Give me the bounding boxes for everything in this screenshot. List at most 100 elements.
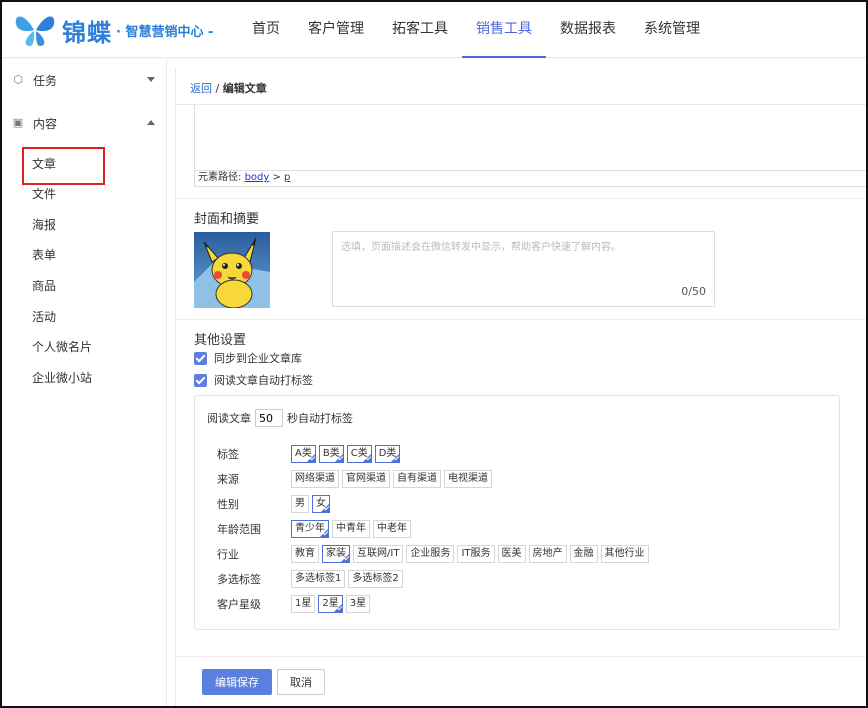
nav-system[interactable]: 系统管理	[630, 2, 714, 58]
sidebar-group-task[interactable]: ⬡ 任务	[2, 65, 167, 95]
nav-home[interactable]: 首页	[238, 2, 294, 58]
tag-it-service[interactable]: IT服务	[457, 545, 495, 563]
back-link[interactable]: 返回	[190, 82, 212, 95]
divider	[176, 198, 868, 199]
tag-star-3[interactable]: 3星	[345, 595, 371, 613]
tag-senior[interactable]: 中老年	[373, 520, 411, 538]
tag-middle-age[interactable]: 中青年	[332, 520, 370, 538]
tag-finance[interactable]: 金融	[569, 545, 598, 563]
sidebar-group-label: 内容	[33, 116, 58, 131]
sidebar-item-form[interactable]: 表单	[32, 245, 56, 265]
tag-female[interactable]: 女	[312, 495, 330, 513]
sidebar-item-business-card[interactable]: 个人微名片	[32, 337, 92, 357]
tag-multi-2[interactable]: 多选标签2	[348, 570, 403, 588]
element-path-bar: 元素路径: body > p	[195, 170, 868, 186]
tag-row-title: 来源	[217, 473, 239, 486]
auto-tag-panel: 阅读文章 秒自动打标签 标签 A类 B类 C类 D类 来源 网络渠道 官网渠道 …	[194, 395, 840, 630]
pikachu-cover-icon	[194, 237, 270, 308]
main-panel: 返回 / 编辑文章 元素路径: body > p 封面和摘要 选填，页面描述会在…	[175, 68, 868, 708]
breadcrumb-current: 编辑文章	[222, 82, 267, 95]
divider	[176, 656, 868, 657]
tag-star-1[interactable]: 1星	[291, 595, 316, 613]
tag-a[interactable]: A类	[291, 445, 316, 463]
sidebar-item-mini-site[interactable]: 企业微小站	[32, 368, 92, 388]
checkbox-checked-icon	[194, 351, 207, 365]
tag-row-multi: 多选标签 多选标签1 多选标签2	[205, 570, 406, 588]
sidebar-group-label: 任务	[33, 73, 58, 88]
tag-tv-channel[interactable]: 电视渠道	[444, 470, 492, 488]
save-button[interactable]: 编辑保存	[202, 669, 272, 695]
top-bar: 锦蝶 · 智慧营销中心 - 首页 客户管理 拓客工具 销售工具 数据报表 系统管…	[2, 2, 866, 58]
tag-internet-it[interactable]: 互联网/IT	[353, 545, 404, 563]
divider	[176, 319, 868, 320]
tag-d[interactable]: D类	[374, 445, 401, 463]
summary-char-count: 0/50	[681, 285, 706, 298]
tag-youth[interactable]: 青少年	[291, 520, 329, 538]
tag-enterprise-service[interactable]: 企业服务	[406, 545, 455, 563]
document-icon: ▣	[12, 116, 24, 129]
summary-textarea[interactable]: 选填，页面描述会在微信转发中显示，帮助客户快速了解内容。 0/50	[332, 231, 715, 307]
tag-star-2[interactable]: 2星	[318, 595, 344, 613]
butterfly-logo-icon	[15, 16, 55, 46]
tag-medical-beauty[interactable]: 医美	[497, 545, 526, 563]
chevron-up-icon	[147, 120, 155, 125]
sidebar-item-activity[interactable]: 活动	[32, 307, 56, 327]
tag-education[interactable]: 教育	[291, 545, 319, 563]
tag-row-star: 客户星级 1星 2星 3星	[205, 595, 373, 613]
breadcrumb: 返回 / 编辑文章	[190, 80, 267, 96]
sync-library-checkbox[interactable]: 同步到企业文章库	[194, 350, 302, 366]
tag-row-title: 多选标签	[217, 573, 261, 586]
brand-name: 锦蝶	[62, 18, 112, 47]
tag-row-gender: 性别 男 女	[205, 495, 333, 513]
tag-other-industry[interactable]: 其他行业	[600, 545, 649, 563]
tag-multi-1[interactable]: 多选标签1	[291, 570, 346, 588]
cover-image[interactable]	[194, 232, 270, 308]
tag-network-channel[interactable]: 网络渠道	[291, 470, 339, 488]
sidebar-item-poster[interactable]: 海报	[32, 215, 56, 235]
main-nav: 首页 客户管理 拓客工具 销售工具 数据报表 系统管理	[238, 2, 714, 58]
brand-subtitle: · 智慧营销中心 -	[116, 24, 214, 40]
tag-home-decor[interactable]: 家装	[322, 545, 350, 563]
tag-row-title: 年龄范围	[217, 523, 261, 536]
nav-sales-tools[interactable]: 销售工具	[462, 2, 546, 58]
cancel-button[interactable]: 取消	[277, 669, 325, 695]
tag-row-label: 标签 A类 B类 C类 D类	[205, 445, 403, 463]
cube-icon: ⬡	[13, 73, 23, 86]
tag-row-age: 年龄范围 青少年 中青年 中老年	[205, 520, 414, 538]
tag-row-title: 性别	[217, 498, 239, 511]
read-suffix: 秒自动打标签	[287, 412, 353, 425]
rich-text-editor[interactable]: 元素路径: body > p	[194, 105, 868, 187]
tag-row-title: 标签	[217, 448, 239, 461]
summary-placeholder: 选填，页面描述会在微信转发中显示，帮助客户快速了解内容。	[341, 242, 621, 253]
auto-tag-checkbox[interactable]: 阅读文章自动打标签	[194, 372, 313, 388]
checkbox-label: 同步到企业文章库	[214, 352, 302, 365]
tag-official-channel[interactable]: 官网渠道	[342, 470, 390, 488]
other-settings-title: 其他设置	[194, 333, 247, 348]
tag-real-estate[interactable]: 房地产	[528, 545, 567, 563]
sidebar-item-product[interactable]: 商品	[32, 276, 56, 296]
read-prefix: 阅读文章	[207, 412, 251, 425]
read-seconds-input[interactable]	[255, 409, 283, 427]
logo[interactable]: 锦蝶 · 智慧营销中心 -	[12, 10, 213, 50]
nav-customers[interactable]: 客户管理	[294, 2, 378, 58]
tag-c[interactable]: C类	[346, 445, 372, 463]
path-separator: >	[269, 172, 285, 183]
nav-reports[interactable]: 数据报表	[546, 2, 630, 58]
tag-row-source: 来源 网络渠道 官网渠道 自有渠道 电视渠道	[205, 470, 495, 488]
path-p-link[interactable]: p	[284, 172, 290, 183]
checkbox-label: 阅读文章自动打标签	[214, 374, 313, 387]
tag-male[interactable]: 男	[291, 495, 309, 513]
breadcrumb-separator: /	[212, 82, 223, 95]
tag-row-industry: 行业 教育 家装 互联网/IT 企业服务 IT服务 医美 房地产 金融 其他行业	[205, 545, 652, 563]
element-path-label: 元素路径:	[198, 172, 242, 183]
checkbox-checked-icon	[194, 373, 207, 387]
cover-section-title: 封面和摘要	[194, 212, 260, 227]
path-body-link[interactable]: body	[245, 172, 270, 183]
sidebar-group-content[interactable]: ▣ 内容	[2, 108, 167, 138]
tag-row-title: 客户星级	[217, 598, 261, 611]
tag-b[interactable]: B类	[318, 445, 344, 463]
tag-own-channel[interactable]: 自有渠道	[393, 470, 441, 488]
nav-prospecting[interactable]: 拓客工具	[378, 2, 462, 58]
sidebar-item-file[interactable]: 文件	[32, 184, 56, 204]
read-seconds-row: 阅读文章 秒自动打标签	[207, 409, 353, 427]
